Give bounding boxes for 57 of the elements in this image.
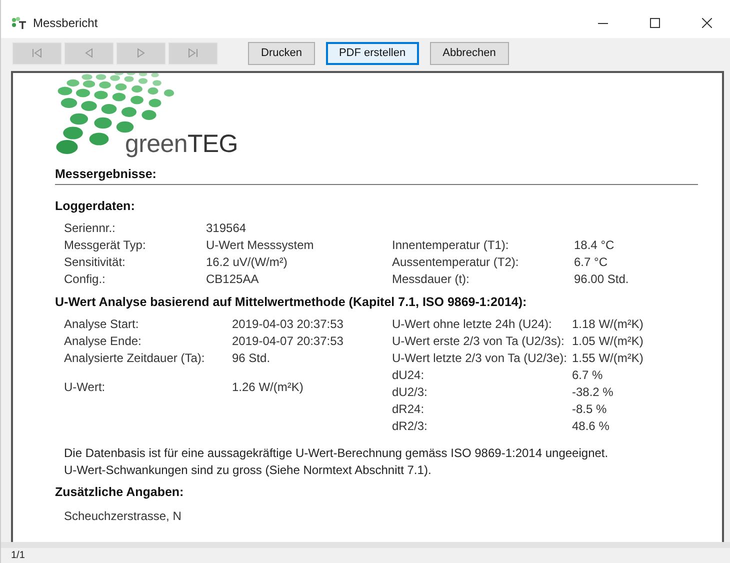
field-value: 48.6 %	[572, 419, 610, 433]
field-value: 1.26 W/(m²K)	[232, 380, 304, 394]
field-value: 6.7 %	[572, 368, 604, 382]
field-value: 2019-04-07 20:37:53	[232, 334, 344, 348]
field-label: Innentemperatur (T1):	[392, 238, 510, 252]
field-label: dR2/3:	[392, 419, 428, 433]
field-label: dR24:	[392, 402, 426, 416]
section-heading: Messergebnisse:	[55, 167, 156, 181]
field-label: U-Wert ohne letzte 24h (U24):	[392, 317, 553, 331]
field-label: Analyse Ende:	[64, 334, 142, 348]
page-counter: 1/1	[11, 549, 25, 563]
field-label: Seriennr.:	[64, 221, 116, 235]
first-page-icon	[32, 48, 42, 58]
field-value: 18.4 °C	[574, 238, 616, 252]
field-value: 1.05 W/(m²K)	[572, 334, 644, 348]
field-value: 16.2 uV/(W/m²)	[206, 255, 288, 269]
last-page-icon	[188, 48, 198, 58]
note-text: U-Wert-Schwankungen sind zu gross (Siehe Normtext Abschnitt 7.1).	[64, 463, 432, 477]
field-label: U-Wert:	[64, 380, 106, 394]
toolbar-button[interactable]: Drucken	[248, 42, 315, 64]
field-value: 6.7 °C	[574, 255, 608, 269]
address-text: Scheuchzerstrasse, N	[64, 509, 182, 523]
field-value: 319564	[206, 221, 248, 235]
field-value: U-Wert Messsystem	[206, 238, 315, 252]
prev-page-icon	[84, 48, 94, 58]
section-heading: U-Wert Analyse basierend auf Mittelwertmethode (Kapitel 7.1, ISO 9869-1:2014):	[55, 295, 527, 309]
field-label: U-Wert letzte 2/3 von Ta (U2/3e):	[392, 351, 568, 365]
toolbar-button[interactable]: Abbrechen	[430, 42, 509, 64]
field-value: -38.2 %	[572, 385, 614, 399]
maximize-icon	[650, 18, 660, 28]
field-value: 1.55 W/(m²K)	[572, 351, 644, 365]
field-value: 1.18 W/(m²K)	[572, 317, 644, 331]
field-label: U-Wert erste 2/3 von Ta (U2/3s):	[392, 334, 566, 348]
field-label: Analysierte Zeitdauer (Ta):	[64, 351, 206, 365]
logo-text: greenTEG	[125, 130, 238, 159]
field-label: Sensitivität:	[64, 255, 126, 269]
field-label: Messdauer (t):	[392, 272, 470, 286]
field-value: 96 Std.	[232, 351, 272, 365]
note-text: Die Datenbasis ist für eine aussagekräftige U-Wert-Berechnung gemäss ISO 9869-1:2014 ungeeignet.	[64, 446, 610, 460]
field-label: Messgerät Typ:	[64, 238, 147, 252]
section-heading: Loggerdaten:	[55, 199, 135, 213]
field-value: 2019-04-03 20:37:53	[232, 317, 344, 331]
app-icon	[11, 16, 27, 30]
window-title: Messbericht	[33, 16, 99, 30]
section-heading: Zusätzliche Angaben:	[55, 485, 184, 499]
field-label: dU24:	[392, 368, 426, 382]
field-label: Analyse Start:	[64, 317, 140, 331]
toolbar-button[interactable]: PDF erstellen	[326, 42, 419, 64]
next-page-icon	[136, 48, 146, 58]
field-label: Aussentemperatur (T2):	[392, 255, 520, 269]
close-icon	[702, 18, 712, 28]
minimize-icon	[598, 22, 608, 24]
field-value: 96.00 Std.	[574, 272, 630, 286]
field-label: Config.:	[64, 272, 106, 286]
field-value: -8.5 %	[572, 402, 608, 416]
field-value: CB125AA	[206, 272, 260, 286]
field-label: dU2/3:	[392, 385, 428, 399]
